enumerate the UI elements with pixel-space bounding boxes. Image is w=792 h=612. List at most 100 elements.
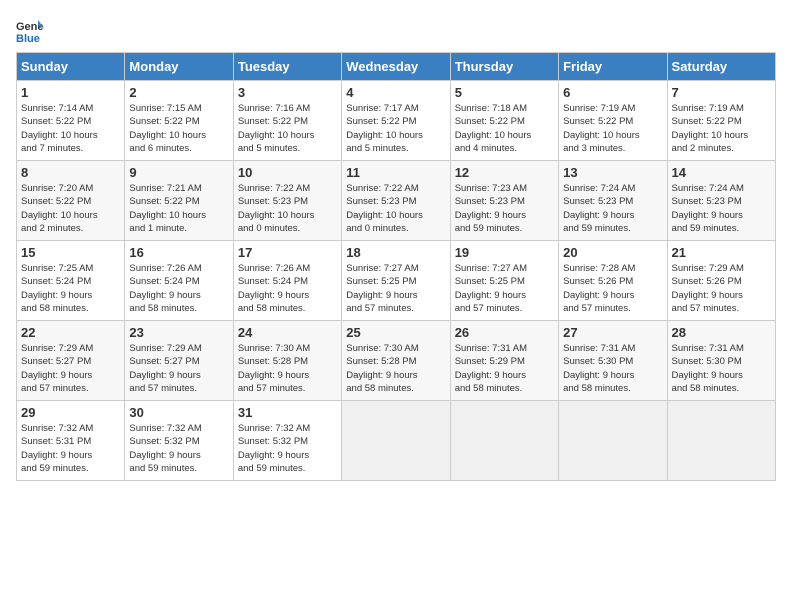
calendar-cell: 10Sunrise: 7:22 AM Sunset: 5:23 PM Dayli… xyxy=(233,161,341,241)
day-number: 18 xyxy=(346,245,445,260)
day-info: Sunrise: 7:19 AM Sunset: 5:22 PM Dayligh… xyxy=(672,102,771,155)
day-number: 29 xyxy=(21,405,120,420)
calendar-cell: 8 Sunrise: 7:20 AM Sunset: 5:22 PM Daylig… xyxy=(17,161,125,241)
col-header-friday: Friday xyxy=(559,53,667,81)
col-header-wednesday: Wednesday xyxy=(342,53,450,81)
calendar-cell xyxy=(559,401,667,481)
day-number: 12 xyxy=(455,165,554,180)
day-number: 6 xyxy=(563,85,662,100)
day-number: 9 xyxy=(129,165,228,180)
day-number: 25 xyxy=(346,325,445,340)
calendar-cell: 17 Sunrise: 7:26 AM Sunset: 5:24 PM Dayli… xyxy=(233,241,341,321)
day-info: Sunrise: 7:29 AM Sunset: 5:27 PM Dayligh… xyxy=(129,342,228,395)
day-number: 17 xyxy=(238,245,337,260)
day-info: Sunrise: 7:31 AM Sunset: 5:30 PM Dayligh… xyxy=(672,342,771,395)
col-header-tuesday: Tuesday xyxy=(233,53,341,81)
day-info: Sunrise: 7:28 AM Sunset: 5:26 PM Dayligh… xyxy=(563,262,662,315)
day-info: Sunrise: 7:25 AM Sunset: 5:24 PM Dayligh… xyxy=(21,262,120,315)
day-number: 5 xyxy=(455,85,554,100)
day-info: Sunrise: 7:19 AM Sunset: 5:22 PM Dayligh… xyxy=(563,102,662,155)
day-info: Sunrise: 7:31 AM Sunset: 5:29 PM Dayligh… xyxy=(455,342,554,395)
day-number: 19 xyxy=(455,245,554,260)
day-info: Sunrise: 7:29 AM Sunset: 5:27 PM Dayligh… xyxy=(21,342,120,395)
day-number: 8 xyxy=(21,165,120,180)
day-number: 7 xyxy=(672,85,771,100)
calendar-table: SundayMondayTuesdayWednesdayThursdayFrid… xyxy=(16,52,776,481)
day-info: Sunrise: 7:18 AM Sunset: 5:22 PM Dayligh… xyxy=(455,102,554,155)
calendar-cell: 15 Sunrise: 7:25 AM Sunset: 5:24 PM Dayli… xyxy=(17,241,125,321)
day-info: Sunrise: 7:30 AM Sunset: 5:28 PM Dayligh… xyxy=(238,342,337,395)
day-number: 14 xyxy=(672,165,771,180)
day-info: Sunrise: 7:27 AM Sunset: 5:25 PM Dayligh… xyxy=(455,262,554,315)
calendar-cell: 27 Sunrise: 7:31 AM Sunset: 5:30 PM Dayli… xyxy=(559,321,667,401)
day-number: 1 xyxy=(21,85,120,100)
day-number: 30 xyxy=(129,405,228,420)
day-info: Sunrise: 7:26 AM Sunset: 5:24 PM Dayligh… xyxy=(238,262,337,315)
calendar-cell: 19 Sunrise: 7:27 AM Sunset: 5:25 PM Dayli… xyxy=(450,241,558,321)
day-number: 4 xyxy=(346,85,445,100)
day-info: Sunrise: 7:14 AM Sunset: 5:22 PM Dayligh… xyxy=(21,102,120,155)
day-number: 16 xyxy=(129,245,228,260)
day-info: Sunrise: 7:22 AM Sunset: 5:23 PM Dayligh… xyxy=(238,182,337,235)
calendar-cell: 31 Sunrise: 7:32 AM Sunset: 5:32 PM Dayli… xyxy=(233,401,341,481)
day-number: 2 xyxy=(129,85,228,100)
calendar-cell: 14 Sunrise: 7:24 AM Sunset: 5:23 PM Dayli… xyxy=(667,161,775,241)
calendar-cell: 3 Sunrise: 7:16 AM Sunset: 5:22 PM Daylig… xyxy=(233,81,341,161)
calendar-cell: 29 Sunrise: 7:32 AM Sunset: 5:31 PM Dayli… xyxy=(17,401,125,481)
calendar-cell: 28 Sunrise: 7:31 AM Sunset: 5:30 PM Dayli… xyxy=(667,321,775,401)
day-number: 26 xyxy=(455,325,554,340)
day-info: Sunrise: 7:32 AM Sunset: 5:32 PM Dayligh… xyxy=(129,422,228,475)
day-number: 31 xyxy=(238,405,337,420)
header: General Blue xyxy=(16,16,776,44)
day-number: 28 xyxy=(672,325,771,340)
day-info: Sunrise: 7:24 AM Sunset: 5:23 PM Dayligh… xyxy=(563,182,662,235)
col-header-thursday: Thursday xyxy=(450,53,558,81)
calendar-cell: 2 Sunrise: 7:15 AM Sunset: 5:22 PM Daylig… xyxy=(125,81,233,161)
logo-icon: General Blue xyxy=(16,16,44,44)
day-number: 3 xyxy=(238,85,337,100)
calendar-cell: 30 Sunrise: 7:32 AM Sunset: 5:32 PM Dayli… xyxy=(125,401,233,481)
svg-text:Blue: Blue xyxy=(16,33,40,44)
day-info: Sunrise: 7:32 AM Sunset: 5:32 PM Dayligh… xyxy=(238,422,337,475)
calendar-cell: 7 Sunrise: 7:19 AM Sunset: 5:22 PM Daylig… xyxy=(667,81,775,161)
day-info: Sunrise: 7:31 AM Sunset: 5:30 PM Dayligh… xyxy=(563,342,662,395)
day-number: 24 xyxy=(238,325,337,340)
calendar-cell: 24 Sunrise: 7:30 AM Sunset: 5:28 PM Dayli… xyxy=(233,321,341,401)
day-info: Sunrise: 7:30 AM Sunset: 5:28 PM Dayligh… xyxy=(346,342,445,395)
day-number: 21 xyxy=(672,245,771,260)
day-number: 20 xyxy=(563,245,662,260)
calendar-cell: 21 Sunrise: 7:29 AM Sunset: 5:26 PM Dayli… xyxy=(667,241,775,321)
calendar-cell: 26 Sunrise: 7:31 AM Sunset: 5:29 PM Dayli… xyxy=(450,321,558,401)
day-info: Sunrise: 7:20 AM Sunset: 5:22 PM Dayligh… xyxy=(21,182,120,235)
day-info: Sunrise: 7:26 AM Sunset: 5:24 PM Dayligh… xyxy=(129,262,228,315)
day-number: 13 xyxy=(563,165,662,180)
calendar-cell: 5 Sunrise: 7:18 AM Sunset: 5:22 PM Daylig… xyxy=(450,81,558,161)
day-info: Sunrise: 7:24 AM Sunset: 5:23 PM Dayligh… xyxy=(672,182,771,235)
day-info: Sunrise: 7:22 AM Sunset: 5:23 PM Dayligh… xyxy=(346,182,445,235)
day-info: Sunrise: 7:15 AM Sunset: 5:22 PM Dayligh… xyxy=(129,102,228,155)
calendar-cell: 4 Sunrise: 7:17 AM Sunset: 5:22 PM Daylig… xyxy=(342,81,450,161)
calendar-cell: 11 Sunrise: 7:22 AM Sunset: 5:23 PM Dayli… xyxy=(342,161,450,241)
calendar-cell: 22 Sunrise: 7:29 AM Sunset: 5:27 PM Dayli… xyxy=(17,321,125,401)
calendar-cell: 20 Sunrise: 7:28 AM Sunset: 5:26 PM Dayli… xyxy=(559,241,667,321)
calendar-cell: 9Sunrise: 7:21 AM Sunset: 5:22 PM Daylig… xyxy=(125,161,233,241)
day-number: 22 xyxy=(21,325,120,340)
day-info: Sunrise: 7:16 AM Sunset: 5:22 PM Dayligh… xyxy=(238,102,337,155)
calendar-cell xyxy=(342,401,450,481)
day-number: 15 xyxy=(21,245,120,260)
calendar-cell: 18 Sunrise: 7:27 AM Sunset: 5:25 PM Dayli… xyxy=(342,241,450,321)
calendar-cell: 12 Sunrise: 7:23 AM Sunset: 5:23 PM Dayli… xyxy=(450,161,558,241)
day-info: Sunrise: 7:23 AM Sunset: 5:23 PM Dayligh… xyxy=(455,182,554,235)
day-info: Sunrise: 7:17 AM Sunset: 5:22 PM Dayligh… xyxy=(346,102,445,155)
calendar-cell xyxy=(450,401,558,481)
calendar-cell: 1 Sunrise: 7:14 AM Sunset: 5:22 PM Daylig… xyxy=(17,81,125,161)
day-number: 11 xyxy=(346,165,445,180)
calendar-cell: 25 Sunrise: 7:30 AM Sunset: 5:28 PM Dayli… xyxy=(342,321,450,401)
day-number: 27 xyxy=(563,325,662,340)
day-info: Sunrise: 7:27 AM Sunset: 5:25 PM Dayligh… xyxy=(346,262,445,315)
day-info: Sunrise: 7:32 AM Sunset: 5:31 PM Dayligh… xyxy=(21,422,120,475)
col-header-monday: Monday xyxy=(125,53,233,81)
day-number: 23 xyxy=(129,325,228,340)
calendar-cell: 6 Sunrise: 7:19 AM Sunset: 5:22 PM Daylig… xyxy=(559,81,667,161)
day-info: Sunrise: 7:29 AM Sunset: 5:26 PM Dayligh… xyxy=(672,262,771,315)
